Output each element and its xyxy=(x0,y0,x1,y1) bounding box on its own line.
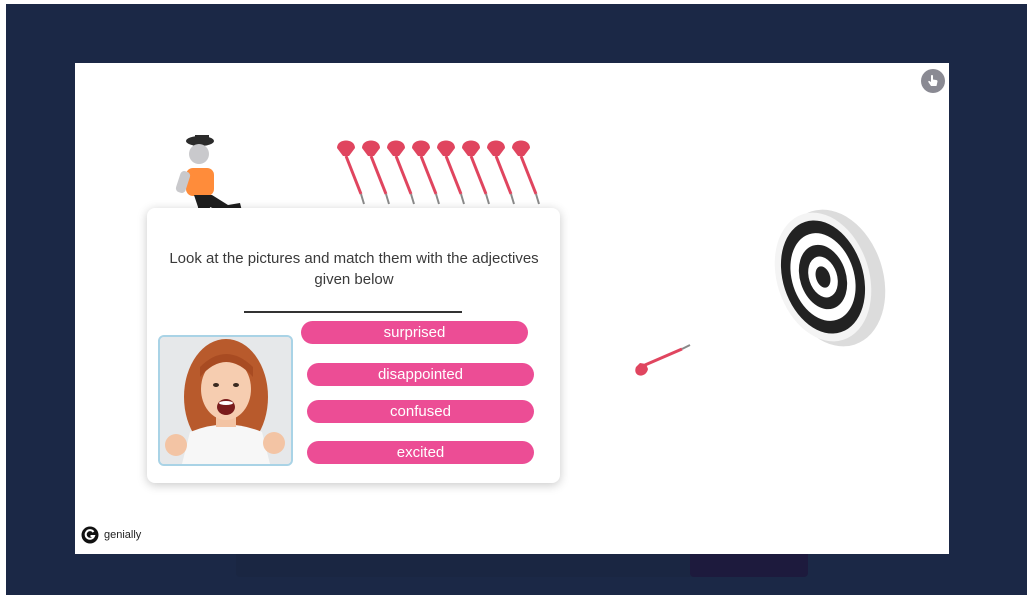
slide: Look at the pictures and match them with… xyxy=(75,63,949,554)
option-excited-button[interactable]: excited xyxy=(307,441,534,464)
woman-portrait-image xyxy=(160,337,291,464)
interaction-button[interactable] xyxy=(921,69,945,93)
brand-logo[interactable]: genially xyxy=(81,526,141,544)
option-surprised-button[interactable]: surprised xyxy=(301,321,528,344)
darts-row-illustration xyxy=(337,140,540,205)
divider xyxy=(244,311,462,313)
target-board-illustration xyxy=(774,209,886,347)
flying-dart-illustration xyxy=(635,344,691,376)
option-label: surprised xyxy=(383,324,446,341)
question-text: Look at the pictures and match them with… xyxy=(169,250,539,288)
option-disappointed-button[interactable]: disappointed xyxy=(307,363,534,386)
option-confused-button[interactable]: confused xyxy=(307,400,534,423)
excited-woman-photo xyxy=(158,335,293,466)
genially-logo-icon xyxy=(81,526,99,544)
brand-name: genially xyxy=(104,529,142,541)
option-label: excited xyxy=(396,444,445,461)
option-label: disappointed xyxy=(377,366,464,383)
hand-pointer-icon xyxy=(928,75,938,86)
option-label: confused xyxy=(390,403,451,420)
question-card: Look at the pictures and match them with… xyxy=(147,208,560,483)
